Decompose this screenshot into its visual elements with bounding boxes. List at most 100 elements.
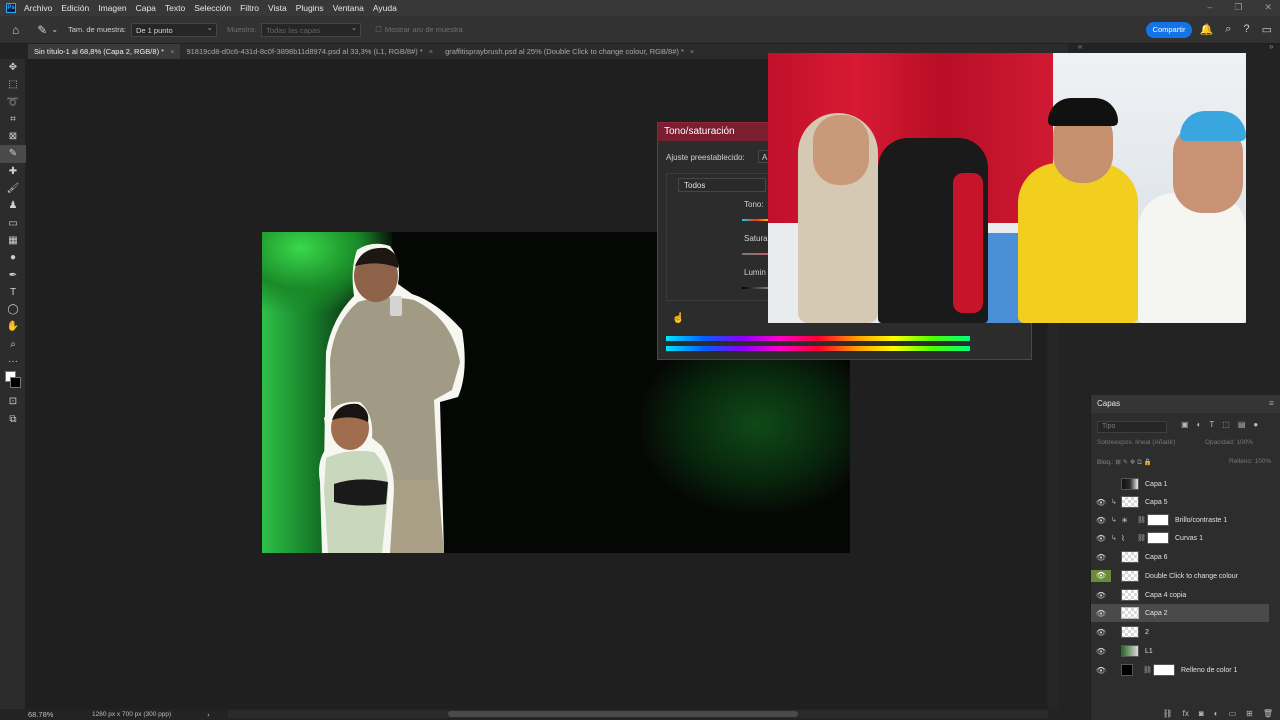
new-layer-icon[interactable]: ⊞ (1246, 709, 1253, 718)
collapse-panels-icon[interactable]: « (1078, 42, 1082, 51)
menu-seleccion[interactable]: Selección (194, 3, 231, 13)
eyedropper-icon[interactable]: ✎ (0, 145, 26, 163)
share-button[interactable]: Compartir (1146, 22, 1192, 38)
help-icon[interactable]: ? (1243, 23, 1249, 36)
channel-select[interactable]: Todos (678, 178, 766, 192)
menu-ayuda[interactable]: Ayuda (373, 3, 397, 13)
close-window-icon[interactable]: ✕ (1264, 2, 1272, 13)
layer-row[interactable]: 👁 2 (1091, 623, 1269, 641)
crop-tool-icon[interactable]: ⌗ (0, 111, 26, 128)
minimize-icon[interactable]: – (1207, 2, 1212, 13)
hand-tool-icon[interactable]: ✋ (0, 318, 26, 335)
new-group-icon[interactable]: ▭ (1229, 709, 1237, 718)
tool-preset-chevron-icon[interactable]: ⌄ (51, 25, 58, 34)
filter-smart-object-icon[interactable]: ▤ (1238, 420, 1246, 429)
filter-pixel-icon[interactable]: ▣ (1181, 420, 1189, 429)
layer-row[interactable]: 👁 Double Click to change colour (1091, 567, 1269, 585)
layer-row[interactable]: 👁 Capa 6 (1091, 548, 1269, 566)
blend-mode-select[interactable]: Sobreexpos. lineal (Añadir) (1097, 439, 1175, 446)
visibility-eye-icon[interactable]: 👁 (1091, 534, 1111, 543)
visibility-eye-icon[interactable]: 👁 (1091, 609, 1111, 618)
layers-panel-title[interactable]: Capas (1097, 399, 1120, 408)
eyedropper-tool-icon[interactable]: ✎ (37, 23, 47, 37)
menu-archivo[interactable]: Archivo (24, 3, 52, 13)
type-tool-icon[interactable]: T (0, 284, 26, 301)
add-mask-icon[interactable]: ◙ (1199, 709, 1204, 718)
layer-row[interactable]: 👁 ↳ ⌇ ⛓ Curvas 1 (1091, 529, 1269, 547)
tab-document-1[interactable]: Sin título-1 al 68,8% (Capa 2, RGB/8) * × (28, 44, 181, 59)
layer-row-selected[interactable]: 👁 Capa 2 (1091, 604, 1269, 622)
maximize-icon[interactable]: ❐ (1234, 2, 1242, 13)
healing-brush-icon[interactable]: ✚ (0, 163, 26, 180)
brush-tool-icon[interactable]: 🖌 (0, 180, 26, 197)
menu-ventana[interactable]: Ventana (333, 3, 364, 13)
menu-plugins[interactable]: Plugins (296, 3, 324, 13)
link-icon[interactable]: ⛓ (1143, 666, 1152, 674)
opacity-value[interactable]: 100% (1236, 439, 1253, 446)
screen-mode-icon[interactable]: ⧉ (0, 411, 26, 428)
layer-style-icon[interactable]: fx (1183, 709, 1189, 718)
tab-document-2[interactable]: 91819cd8-d0c6-431d-8c0f-3898b11d8974.psd… (180, 44, 439, 59)
close-tab-icon[interactable]: × (170, 47, 174, 56)
show-ring-checkbox[interactable]: ☐ (375, 25, 382, 34)
gradient-tool-icon[interactable]: ▦ (0, 232, 26, 249)
hue-slider[interactable] (742, 219, 770, 221)
saturation-slider[interactable] (742, 253, 770, 255)
lasso-tool-icon[interactable]: ➰ (0, 94, 26, 111)
visibility-eye-icon[interactable]: 👁 (1091, 591, 1111, 600)
frame-tool-icon[interactable]: ⊠ (0, 128, 26, 145)
link-layers-icon[interactable]: ⛓ (1163, 709, 1173, 718)
visibility-eye-icon[interactable]: 👁 (1091, 553, 1111, 562)
layer-row[interactable]: 👁 ⛓ Relleno de color 1 (1091, 661, 1269, 679)
menu-imagen[interactable]: Imagen (98, 3, 126, 13)
search-icon[interactable]: ⌕ (1225, 23, 1231, 36)
visibility-eye-icon[interactable]: 👁 (1091, 516, 1111, 525)
panel-menu-icon[interactable]: ≡ (1269, 398, 1274, 408)
close-tab-icon[interactable]: × (429, 47, 433, 56)
move-tool-icon[interactable]: ✥ (0, 59, 26, 76)
delete-layer-icon[interactable]: 🗑 (1263, 709, 1273, 718)
close-tab-icon[interactable]: × (690, 47, 694, 56)
fill-value[interactable]: 100% (1255, 458, 1272, 465)
visibility-eye-icon[interactable]: 👁 (1091, 666, 1111, 675)
visibility-eye-icon[interactable]: 👁 (1091, 628, 1111, 637)
layer-row[interactable]: Capa 1 (1091, 475, 1269, 493)
shape-tool-icon[interactable]: ◯ (0, 301, 26, 318)
status-chevron-icon[interactable]: › (207, 710, 210, 719)
collapse-panels-icon[interactable]: » (1269, 42, 1273, 51)
layer-row[interactable]: 👁 Capa 4 copia (1091, 586, 1269, 604)
filter-shape-icon[interactable]: ⬚ (1222, 420, 1230, 429)
sample-size-select[interactable]: De 1 punto (130, 22, 217, 37)
layer-row[interactable]: 👁 L1 (1091, 642, 1269, 660)
adjustment-layer-icon[interactable]: ◐ (1214, 709, 1219, 718)
menu-filtro[interactable]: Filtro (240, 3, 259, 13)
visibility-eye-icon[interactable]: 👁 (1091, 570, 1111, 582)
visibility-eye-icon[interactable]: 👁 (1091, 647, 1111, 656)
filter-toggle-icon[interactable]: ● (1253, 420, 1258, 429)
zoom-level[interactable]: 68.78% (28, 710, 88, 719)
zoom-tool-icon[interactable]: ⌕ (0, 336, 26, 353)
workspace-icon[interactable]: ▭ (1262, 23, 1272, 36)
menu-capa[interactable]: Capa (136, 3, 156, 13)
notifications-icon[interactable]: 🔔 (1200, 23, 1214, 36)
menu-edicion[interactable]: Edición (61, 3, 89, 13)
layer-filter-input[interactable]: Tipo (1097, 421, 1167, 433)
pen-tool-icon[interactable]: ✒ (0, 267, 26, 284)
quick-mask-icon[interactable]: ⊡ (0, 393, 26, 410)
tab-document-3[interactable]: graffitispraybrush.psd al 25% (Double Cl… (439, 44, 700, 59)
background-color-swatch[interactable] (10, 377, 21, 388)
dodge-tool-icon[interactable]: ● (0, 249, 26, 266)
link-icon[interactable]: ⛓ (1137, 534, 1146, 542)
menu-vista[interactable]: Vista (268, 3, 287, 13)
menu-texto[interactable]: Texto (165, 3, 185, 13)
more-tools-icon[interactable]: ··· (0, 353, 26, 370)
filter-type-icon[interactable]: T (1209, 420, 1214, 429)
filter-adjustment-icon[interactable]: ◐ (1197, 420, 1202, 429)
targeted-adjust-hand-icon[interactable]: ☝ (672, 313, 684, 324)
layer-row[interactable]: 👁 ↳ Capa 5 (1091, 493, 1269, 511)
marquee-tool-icon[interactable]: ⬚ (0, 76, 26, 93)
visibility-eye-icon[interactable]: 👁 (1091, 498, 1111, 507)
stamp-tool-icon[interactable]: ♟ (0, 197, 26, 214)
lightness-slider[interactable] (742, 287, 770, 289)
link-icon[interactable]: ⛓ (1137, 516, 1146, 524)
